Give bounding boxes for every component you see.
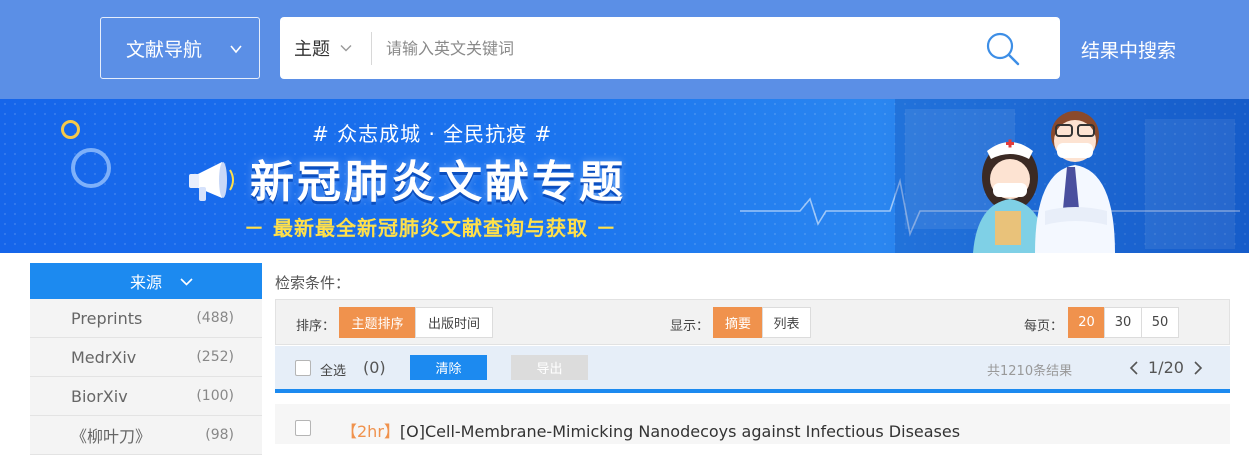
- sidebar-item-count: (100): [196, 388, 234, 404]
- per-page-30-button[interactable]: 30: [1104, 307, 1142, 338]
- chevron-down-icon: [340, 45, 352, 52]
- sidebar-item-lancet[interactable]: 《柳叶刀》 (98): [30, 416, 262, 455]
- per-page-20-button[interactable]: 20: [1068, 307, 1105, 338]
- chevron-right-icon[interactable]: [1192, 360, 1204, 375]
- search-input[interactable]: [386, 31, 966, 65]
- display-label: 显示：: [670, 319, 710, 334]
- result-title-link[interactable]: 【2hr】[O]Cell-Membrane-Mimicking Nanodeco…: [341, 418, 960, 442]
- top-search-bar: 文献导航 主题 结果中搜索: [0, 0, 1249, 99]
- search-criteria-label: 检索条件：: [275, 274, 351, 292]
- source-filter-header[interactable]: 来源: [30, 263, 262, 299]
- search-field-select[interactable]: 主题: [294, 17, 352, 79]
- decor-ring-icon: [61, 120, 80, 139]
- source-filter-sidebar: 来源 Preprints (488) MedrXiv (252) BiorXiv…: [30, 263, 262, 455]
- chevron-left-icon[interactable]: [1128, 360, 1140, 375]
- pagination: 1/20: [1128, 355, 1204, 380]
- page-indicator: 1/20: [1148, 358, 1184, 377]
- selected-count: (0): [363, 358, 386, 377]
- sidebar-item-count: (488): [196, 310, 234, 326]
- search-box: 主题: [280, 17, 1060, 79]
- result-title: [O]Cell-Membrane-Mimicking Nanodecoys ag…: [399, 422, 961, 441]
- clear-button[interactable]: 清除: [410, 355, 487, 380]
- sidebar-item-preprints[interactable]: Preprints (488): [30, 299, 262, 338]
- display-abstract-button[interactable]: 摘要: [713, 307, 763, 338]
- literature-nav-dropdown[interactable]: 文献导航: [100, 17, 260, 79]
- search-within-results-link[interactable]: 结果中搜索: [1081, 36, 1176, 63]
- sidebar-item-count: (252): [196, 349, 234, 365]
- literature-nav-label: 文献导航: [126, 38, 203, 61]
- banner-slogan: # 众志成城 · 全民抗疫 #: [312, 122, 553, 146]
- sort-by-date-button[interactable]: 出版时间: [415, 307, 493, 338]
- sort-by-topic-button[interactable]: 主题排序: [339, 307, 416, 338]
- decor-ring-icon: [71, 148, 111, 188]
- banner-tagline: － 最新最全新冠肺炎文献查询与获取 －: [244, 216, 617, 240]
- megaphone-icon: [189, 162, 234, 201]
- sidebar-item-label: BiorXiv: [71, 386, 128, 406]
- per-page-50-button[interactable]: 50: [1141, 307, 1179, 338]
- result-toolbar: 排序： 主题排序 出版时间 显示： 摘要 列表 每页： 20 30 50: [275, 299, 1230, 345]
- selection-bar: 全选 (0) 清除 导出 共1210条结果 1/20: [275, 346, 1230, 393]
- search-icon[interactable]: [985, 31, 1021, 67]
- sidebar-item-label: MedrXiv: [71, 347, 137, 367]
- sidebar-item-label: 《柳叶刀》: [71, 427, 152, 446]
- chevron-down-icon: [230, 45, 242, 54]
- per-page-label: 每页：: [1024, 319, 1064, 334]
- export-button[interactable]: 导出: [511, 355, 588, 380]
- result-total: 共1210条结果: [987, 364, 1073, 379]
- display-list-button[interactable]: 列表: [762, 307, 811, 338]
- sidebar-item-biorxiv[interactable]: BiorXiv (100): [30, 377, 262, 416]
- select-all-checkbox[interactable]: [295, 360, 311, 376]
- select-all-label: 全选: [320, 364, 347, 379]
- result-checkbox[interactable]: [295, 420, 311, 436]
- sidebar-item-count: (98): [205, 427, 234, 443]
- sidebar-item-medrxiv[interactable]: MedrXiv (252): [30, 338, 262, 377]
- banner-title: 新冠肺炎文献专题: [250, 157, 626, 208]
- source-filter-title: 来源: [129, 273, 162, 292]
- sidebar-item-label: Preprints: [71, 308, 143, 328]
- result-item: 【2hr】[O]Cell-Membrane-Mimicking Nanodeco…: [275, 404, 1230, 444]
- search-field-label: 主题: [294, 39, 330, 60]
- medical-staff-illustration: [895, 99, 1249, 253]
- field-divider: [371, 32, 372, 65]
- result-tag: 【2hr】: [341, 422, 400, 441]
- sort-label: 排序：: [296, 319, 336, 334]
- covid-topic-banner[interactable]: # 众志成城 · 全民抗疫 # 新冠肺炎文献专题 － 最新最全新冠肺炎文献查询与…: [0, 99, 1249, 253]
- chevron-down-icon: [180, 278, 193, 286]
